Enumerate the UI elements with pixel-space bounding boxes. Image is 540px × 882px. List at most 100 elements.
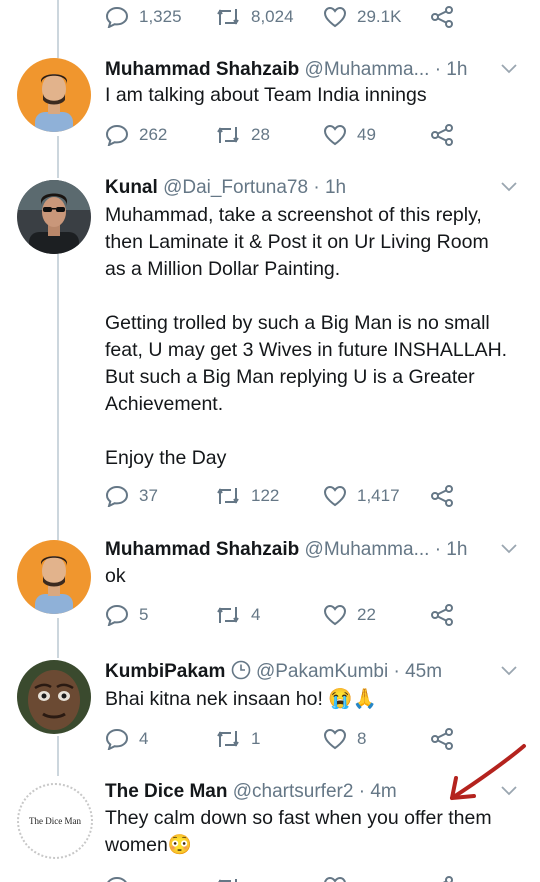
heart-icon [323,728,347,750]
chevron-down-icon[interactable] [500,180,518,192]
reply-icon [105,728,129,750]
retweet-count: 1 [251,729,261,748]
avatar-label: The Dice Man [29,816,81,826]
tweet-actions: 37 122 1,417 [105,481,525,511]
tweet-text-line [105,283,525,310]
retweet-icon [218,879,237,882]
tweet-text-line: Achievement. [105,393,224,415]
chevron-down-icon[interactable] [500,542,518,554]
reply-icon [105,124,129,146]
tweet-actions: 5 4 22 [105,600,525,630]
share-button[interactable] [430,120,464,150]
reply-count: 262 [139,125,168,144]
retweet-button[interactable]: 4 [215,600,260,630]
heart-icon [323,604,347,626]
timestamp[interactable]: 4m [370,781,396,802]
like-count: 29.1K [357,7,402,26]
tweet-text-line: as a Million Dollar Painting. [105,258,341,280]
share-icon [431,485,453,507]
display-name[interactable]: The Dice Man [105,781,227,802]
avatar[interactable]: The Dice Man [17,783,93,859]
share-icon [431,604,453,626]
retweet-button[interactable]: 8,024 [215,2,294,32]
reply-count: 5 [139,605,149,624]
tweet-text: Muhammad, take a screenshot of this repl… [105,202,525,472]
like-count: 1,417 [357,486,400,505]
like-count: 22 [357,605,376,624]
reply-count: 4 [139,729,149,748]
retweet-icon [217,127,239,143]
display-name[interactable]: Muhammad Shahzaib [105,59,299,80]
timestamp[interactable]: 1h [325,177,346,198]
retweet-button[interactable] [215,872,251,882]
retweet-icon [217,9,239,25]
share-button[interactable] [430,600,464,630]
like-count: 49 [357,125,376,144]
display-name[interactable]: Kunal [105,177,158,198]
tweet-actions: 262 28 49 [105,120,525,150]
user-handle[interactable]: @Dai_Fortuna78 [163,177,308,198]
like-button[interactable]: 49 [323,120,376,150]
tweet-text-line: women😳 [105,834,193,856]
retweet-button[interactable]: 28 [215,120,270,150]
like-button[interactable]: 29.1K [323,2,401,32]
reply-button[interactable]: 4 [105,724,148,754]
reply-count: 37 [139,486,158,505]
heart-icon [323,6,347,28]
tweet-header: Muhammad Shahzaib @Muhamma... · 1h [105,59,468,80]
share-button[interactable] [430,872,464,882]
user-handle[interactable]: @PakamKumbi [256,661,388,682]
share-button[interactable] [430,481,464,511]
timestamp[interactable]: 1h [446,539,467,560]
like-button[interactable] [323,872,357,882]
like-button[interactable]: 1,417 [323,481,400,511]
tweet-text-line: They calm down so fast when you offer th… [105,807,492,829]
share-icon [442,876,453,882]
display-name[interactable]: Muhammad Shahzaib [105,539,299,560]
retweet-button[interactable]: 1 [215,724,260,754]
user-handle[interactable]: @chartsurfer2 [233,781,354,802]
tweet-text: ok [105,565,126,587]
retweet-count: 28 [251,125,270,144]
clock-icon [231,660,250,680]
avatar[interactable] [17,660,91,734]
reply-button[interactable]: 1,325 [105,2,182,32]
avatar[interactable] [17,58,91,132]
display-name[interactable]: KumbiPakam [105,661,225,682]
avatar[interactable] [17,180,91,254]
share-button[interactable] [430,2,464,32]
like-count: 8 [357,729,367,748]
tweet-text-line: But such a Big Man replying U is a Great… [105,366,475,388]
timestamp[interactable]: 1h [446,59,467,80]
timestamp[interactable]: 45m [405,661,442,682]
tweet-text-line: then Laminate it & Post it on Ur Living … [105,231,489,253]
chevron-down-icon[interactable] [500,62,518,74]
chevron-down-icon[interactable] [500,664,518,676]
reply-button[interactable] [105,872,139,882]
retweet-icon [217,607,239,623]
tweet-text-line: Getting trolled by such a Big Man is no … [105,312,490,334]
tweet-text: Bhai kitna nek insaan ho! 😭🙏 [105,688,377,710]
like-button[interactable]: 8 [323,724,366,754]
tweet[interactable]: Kunal @Dai_Fortuna78 · 1h Muhammad, take… [0,176,540,526]
user-handle[interactable]: @Muhamma... [305,59,430,80]
reply-button[interactable]: 37 [105,481,158,511]
top-tweet-actions: 1,325 8,024 29.1K [105,2,525,32]
tweet-header: Muhammad Shahzaib @Muhamma... · 1h [105,539,468,560]
tweet[interactable]: Muhammad Shahzaib @Muhamma... · 1h ok 5 … [0,538,540,638]
retweet-icon [217,488,239,504]
user-handle[interactable]: @Muhamma... [305,539,430,560]
reply-icon [105,604,129,626]
avatar[interactable] [17,540,91,614]
heart-icon [324,876,346,882]
tweet[interactable]: Muhammad Shahzaib @Muhamma... · 1h I am … [0,58,540,158]
reply-icon [105,6,129,28]
reply-button[interactable]: 5 [105,600,148,630]
like-button[interactable]: 22 [323,600,376,630]
retweet-button[interactable]: 122 [215,481,279,511]
annotation-arrow-icon [450,744,526,800]
share-icon [431,6,453,28]
reply-icon [105,485,129,507]
tweet-text: They calm down so fast when you offer th… [105,805,525,859]
reply-button[interactable]: 262 [105,120,167,150]
